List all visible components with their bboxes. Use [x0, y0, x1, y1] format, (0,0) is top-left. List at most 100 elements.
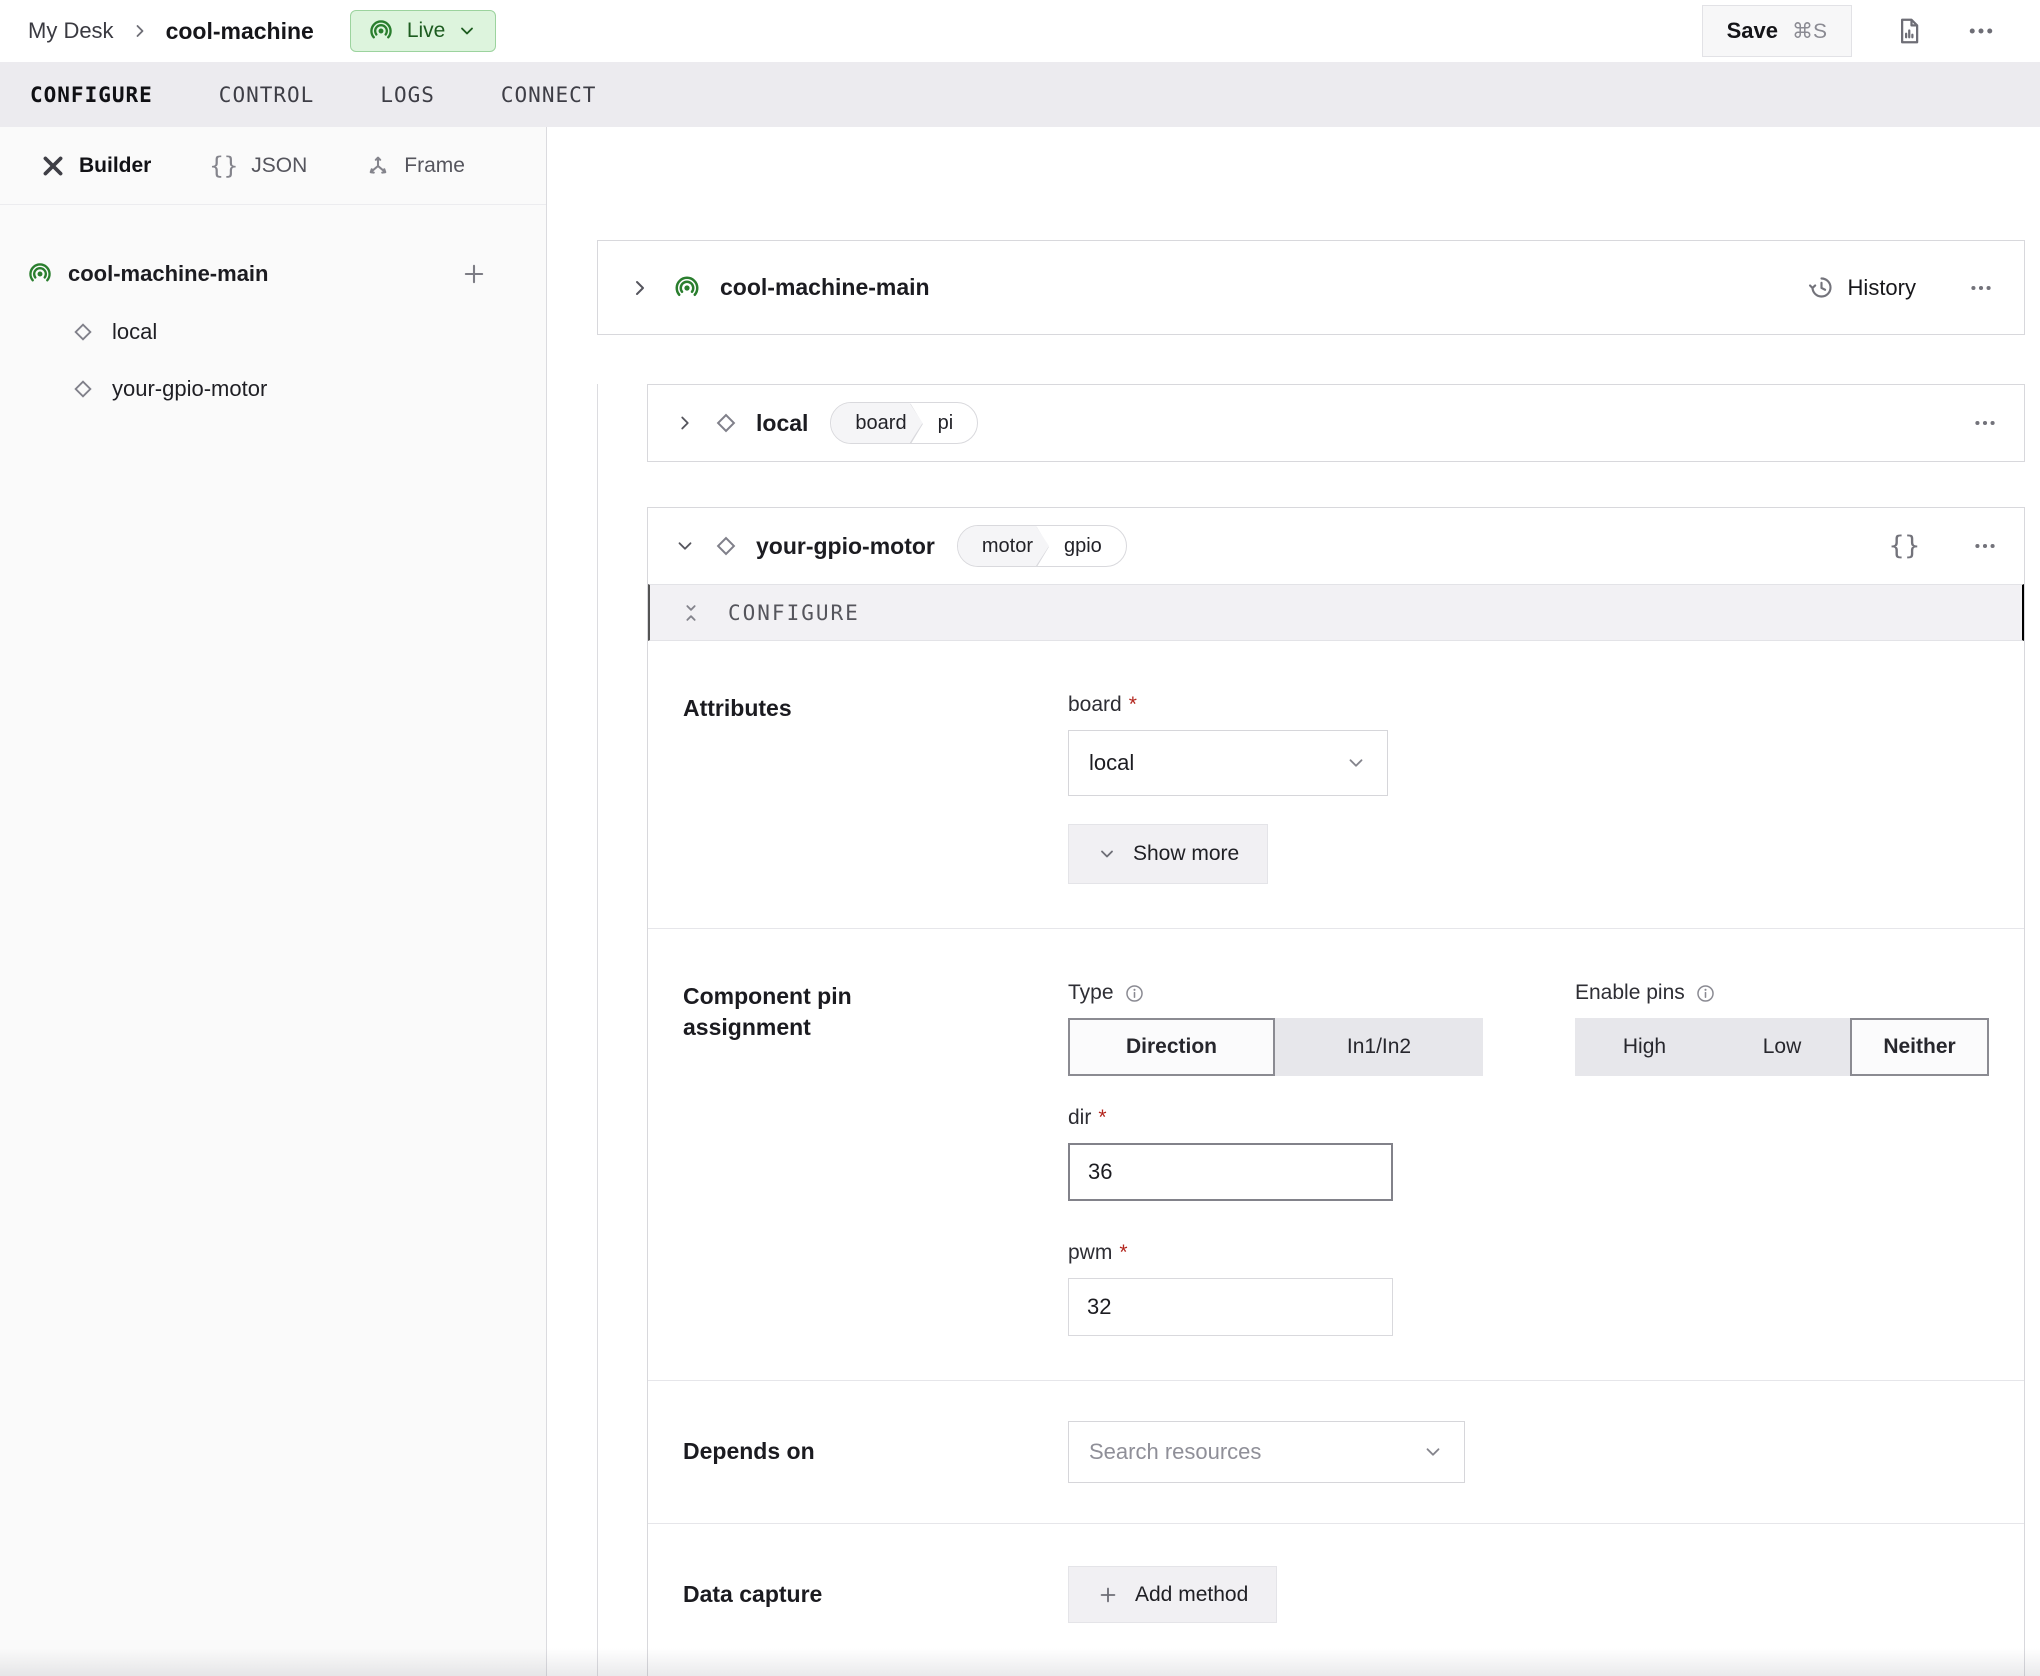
- tree-item-your-gpio-motor[interactable]: your-gpio-motor: [0, 360, 546, 417]
- chevron-right-icon: [628, 276, 652, 300]
- chevron-right-icon: [674, 412, 696, 434]
- breadcrumb-current: cool-machine: [166, 18, 314, 45]
- machine-card-menu[interactable]: [1968, 275, 1994, 301]
- required-mark: *: [1119, 1241, 1127, 1265]
- pin-assignment-row: Component pin assignment Type: [648, 928, 2024, 1380]
- depends-on-label: Depends on: [683, 1436, 1068, 1467]
- machine-report-button[interactable]: [1894, 16, 1924, 46]
- collapse-icon: [680, 602, 702, 624]
- ellipsis-icon: [1972, 410, 1998, 436]
- component-diamond-icon: [70, 319, 96, 345]
- plus-icon: [460, 260, 488, 288]
- attributes-label: Attributes: [683, 693, 1068, 884]
- type-option-in1in2[interactable]: In1/In2: [1275, 1018, 1483, 1076]
- chevron-down-icon: [1097, 844, 1117, 864]
- type-option-direction[interactable]: Direction: [1068, 1018, 1275, 1076]
- type-info-icon[interactable]: [1124, 983, 1145, 1004]
- enable-pins-field-label: Enable pins: [1575, 981, 1989, 1005]
- machine-card-header: cool-machine-main History: [597, 240, 2025, 335]
- plus-icon: [1097, 1584, 1119, 1606]
- machine-expand-chevron[interactable]: [628, 276, 652, 300]
- depends-on-select[interactable]: Search resources: [1068, 1421, 1465, 1483]
- required-mark: *: [1098, 1106, 1106, 1130]
- component-diamond-icon: [712, 532, 740, 560]
- braces-icon: {}: [209, 152, 238, 180]
- motor-type-badge: motor gpio: [957, 525, 1127, 567]
- view-tab-json[interactable]: {} JSON: [209, 152, 307, 180]
- add-method-button[interactable]: Add method: [1068, 1566, 1277, 1623]
- component-diamond-icon: [712, 409, 740, 437]
- live-status-dropdown[interactable]: Live: [350, 10, 497, 52]
- enable-pins-info-icon[interactable]: [1695, 983, 1716, 1004]
- motor-card-title: your-gpio-motor: [756, 533, 935, 560]
- motor-json-button[interactable]: {}: [1889, 531, 1920, 561]
- enable-pins-toggle-group: High Low Neither: [1575, 1018, 1989, 1076]
- broadcast-icon: [26, 260, 54, 288]
- pwm-pin-input[interactable]: [1068, 1278, 1393, 1336]
- builder-canvas: cool-machine-main History: [547, 127, 2040, 1676]
- config-sidebar: Builder {} JSON Frame co: [0, 127, 547, 1676]
- dir-field-label: dir *: [1068, 1106, 1989, 1130]
- machine-menu-button[interactable]: [1966, 16, 1996, 46]
- breadcrumb-chevron-icon: [130, 21, 150, 41]
- ellipsis-icon: [1968, 275, 1994, 301]
- local-expand-chevron[interactable]: [674, 412, 696, 434]
- tools-icon: [40, 153, 66, 179]
- ellipsis-icon: [1972, 533, 1998, 559]
- file-chart-icon: [1894, 16, 1924, 46]
- save-button[interactable]: Save ⌘S: [1702, 5, 1852, 57]
- dir-pin-input[interactable]: [1068, 1143, 1393, 1201]
- tab-configure[interactable]: CONFIGURE: [30, 83, 153, 107]
- save-label: Save: [1727, 18, 1778, 44]
- local-card-menu[interactable]: [1972, 410, 1998, 436]
- add-resource-button[interactable]: [460, 260, 488, 288]
- attributes-row: Attributes board * local Show more: [648, 641, 2024, 928]
- top-bar: My Desk cool-machine Live Save ⌘S: [0, 0, 2040, 62]
- tab-control[interactable]: CONTROL: [219, 83, 315, 107]
- history-button[interactable]: History: [1808, 274, 1916, 301]
- chevron-down-icon: [1345, 752, 1367, 774]
- enable-option-high[interactable]: High: [1575, 1018, 1714, 1076]
- tab-connect[interactable]: CONNECT: [501, 83, 597, 107]
- depends-on-row: Depends on Search resources: [648, 1380, 2024, 1523]
- frame-axes-icon: [365, 153, 391, 179]
- view-tab-builder[interactable]: Builder: [40, 153, 151, 179]
- local-type-badge: board pi: [830, 402, 978, 444]
- local-card-title: local: [756, 410, 808, 437]
- tab-logs[interactable]: LOGS: [380, 83, 435, 107]
- enable-option-neither[interactable]: Neither: [1850, 1018, 1989, 1076]
- chevron-down-icon: [1422, 1441, 1444, 1463]
- board-select[interactable]: local: [1068, 730, 1388, 796]
- motor-collapse-chevron[interactable]: [674, 535, 696, 557]
- machine-card-title: cool-machine-main: [720, 274, 930, 301]
- pwm-field-label: pwm *: [1068, 1241, 1989, 1265]
- save-shortcut: ⌘S: [1792, 19, 1827, 44]
- local-resource-card: local board pi: [647, 384, 2025, 462]
- data-capture-row: Data capture Add method: [648, 1523, 2024, 1676]
- board-field-label: board *: [1068, 693, 1989, 717]
- broadcast-icon: [367, 17, 395, 45]
- history-icon: [1808, 274, 1835, 301]
- broadcast-icon: [672, 273, 702, 303]
- tree-item-machine[interactable]: cool-machine-main: [0, 245, 546, 303]
- show-more-button[interactable]: Show more: [1068, 824, 1268, 884]
- type-toggle-group: Direction In1/In2: [1068, 1018, 1483, 1076]
- resource-tree: cool-machine-main local your-gpio-motor: [0, 205, 546, 417]
- live-label: Live: [407, 19, 446, 43]
- pin-assignment-label: Component pin assignment: [683, 981, 1068, 1336]
- chevron-down-icon: [674, 535, 696, 557]
- main-tab-bar: CONFIGURE CONTROL LOGS CONNECT: [0, 62, 2040, 127]
- configure-section-toggle[interactable]: CONFIGURE: [648, 584, 2024, 641]
- ellipsis-icon: [1966, 16, 1996, 46]
- type-field-label: Type: [1068, 981, 1483, 1005]
- data-capture-label: Data capture: [683, 1579, 1068, 1610]
- enable-option-low[interactable]: Low: [1714, 1018, 1850, 1076]
- chevron-down-icon: [457, 21, 477, 41]
- required-mark: *: [1129, 693, 1137, 717]
- view-tab-frame[interactable]: Frame: [365, 153, 465, 179]
- motor-resource-card: your-gpio-motor motor gpio {}: [647, 507, 2025, 1676]
- tree-item-local[interactable]: local: [0, 303, 546, 360]
- component-diamond-icon: [70, 376, 96, 402]
- motor-card-menu[interactable]: [1972, 533, 1998, 559]
- breadcrumb-parent[interactable]: My Desk: [28, 18, 114, 44]
